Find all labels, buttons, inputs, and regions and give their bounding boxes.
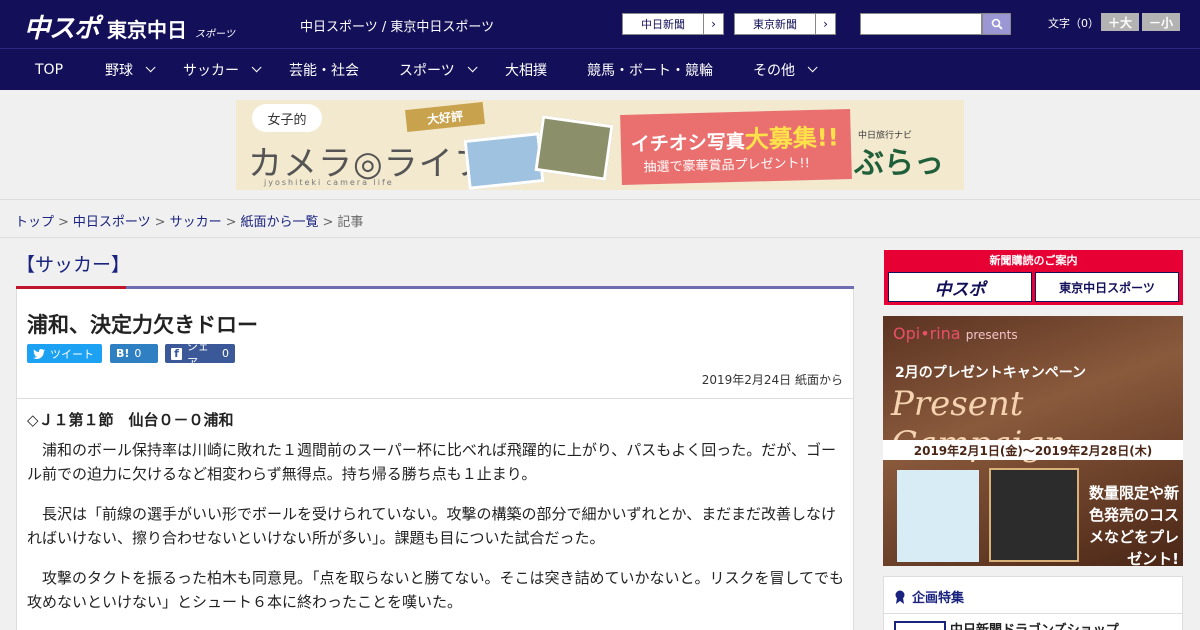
- ribbon-icon: [895, 590, 905, 604]
- feature-title: 企画特集: [894, 587, 964, 606]
- search-input[interactable]: [860, 13, 982, 35]
- tokyo-shimbun-link[interactable]: 東京新聞 ›: [734, 13, 836, 35]
- nav-baseball[interactable]: 野球: [105, 49, 156, 90]
- nav-racing[interactable]: 競馬・ボート・競輪: [587, 49, 713, 90]
- nav-other[interactable]: その他: [753, 49, 818, 90]
- logo-main: 中スポ: [24, 14, 100, 44]
- site-title: 中日スポーツ / 東京中日スポーツ: [300, 20, 495, 35]
- facebook-icon: f: [171, 347, 182, 360]
- subscription-box[interactable]: 新聞購読のご案内 中スポ 東京中日スポーツ: [884, 250, 1183, 305]
- ad-period: 2019年2月1日(金)～2019年2月28日(木): [883, 440, 1183, 460]
- chevron-down-icon: [145, 62, 156, 73]
- search-icon: [991, 18, 1003, 30]
- banner-brand: ぶらっ人: [854, 146, 944, 181]
- breadcrumb-link-soccer[interactable]: サッカー: [170, 215, 222, 230]
- nav-sumo[interactable]: 大相撲: [505, 49, 547, 90]
- banner-bubble: 女子的: [252, 104, 322, 132]
- hatena-icon: B!: [116, 347, 130, 360]
- breadcrumb-link-chunichi-sports[interactable]: 中日スポーツ: [73, 215, 151, 230]
- logo-small: スポーツ: [195, 29, 235, 40]
- main-nav: TOP 野球 サッカー 芸能・社会 スポーツ 大相撲 競馬・ボート・競輪 その他: [0, 48, 1200, 90]
- nav-sports[interactable]: スポーツ: [399, 49, 478, 90]
- banner-callout: イチオシ写真大募集!! 抽選で豪華賞品プレゼント!!: [620, 109, 852, 185]
- banner-subtitle: jyoshiteki camera life: [264, 178, 394, 187]
- font-decrease-button[interactable]: －小: [1142, 13, 1180, 31]
- article-paragraph: 攻撃のタクトを振るった柏木も同意見。「点を取らないと勝てない。そこは突き詰めてい…: [27, 569, 845, 611]
- breadcrumb-current: 記事: [337, 215, 364, 230]
- breadcrumb: トップ > 中日スポーツ > サッカー > 紙面から一覧 > 記事: [0, 200, 1200, 238]
- ad-product-image: [897, 470, 979, 562]
- article-paragraph: 浦和のボール保持率は川崎に敗れた１週間前のスーパー杯に比べれば飛躍的に上がり、パ…: [27, 441, 836, 483]
- chevron-right-icon: ›: [703, 14, 723, 34]
- twitter-icon: [33, 348, 45, 359]
- font-increase-button[interactable]: ＋大: [1101, 13, 1139, 31]
- logo-sub: 東京中日: [107, 18, 188, 42]
- ad-campaign: 2月のプレゼントキャンペーン: [895, 365, 1087, 381]
- article-subhead: ◇Ｊ１第１節 仙台０－０浦和: [27, 411, 234, 429]
- feature-box: 企画特集 中日新聞ドラゴンズショップ: [883, 576, 1183, 630]
- article-body: 浦和、決定力欠きドロー ツイート B! 0 f シェア 0 2019年2月24日…: [16, 289, 854, 630]
- present-campaign-ad[interactable]: Opi•rina presents 2月のプレゼントキャンペーン Present…: [883, 316, 1183, 566]
- breadcrumb-link-top[interactable]: トップ: [15, 215, 54, 230]
- article-headline: 浦和、決定力欠きドロー: [27, 313, 258, 337]
- facebook-share-button[interactable]: f シェア 0: [165, 340, 235, 369]
- article-divider: [17, 398, 853, 399]
- nav-top[interactable]: TOP: [35, 49, 63, 90]
- hatena-bookmark-button[interactable]: B! 0: [110, 344, 158, 363]
- facebook-count: 0: [222, 347, 229, 360]
- feature-thumbnail[interactable]: [894, 621, 946, 630]
- top-header: 中スポ 東京中日 スポーツ 中日スポーツ / 東京中日スポーツ 中日新聞 › 東…: [0, 0, 1200, 48]
- hatena-count: 0: [134, 347, 142, 360]
- ad-product-image: [989, 468, 1079, 562]
- banner-photo: [534, 115, 614, 181]
- subscription-chunichi-sports[interactable]: 中スポ: [888, 272, 1032, 302]
- chevron-down-icon: [467, 62, 478, 73]
- ad-brand: Opi•rina presents: [893, 324, 1018, 343]
- site-logo[interactable]: 中スポ 東京中日 スポーツ: [24, 8, 235, 44]
- banner-ribbon: 大好評: [405, 101, 485, 133]
- tweet-button[interactable]: ツイート: [27, 344, 102, 363]
- banner-photo: [463, 132, 545, 190]
- camera-life-banner[interactable]: 女子的 カメラ◎ライフ jyoshiteki camera life 大好評 イ…: [236, 100, 964, 190]
- search-button[interactable]: [982, 13, 1011, 35]
- chevron-down-icon: [807, 62, 818, 73]
- nav-entertainment[interactable]: 芸能・社会: [289, 49, 359, 90]
- nav-soccer[interactable]: サッカー: [183, 49, 262, 90]
- breadcrumb-link-list[interactable]: 紙面から一覧: [241, 215, 319, 230]
- article-date: 2019年2月24日 紙面から: [701, 373, 843, 387]
- ad-zone: 女子的 カメラ◎ライフ jyoshiteki camera life 大好評 イ…: [0, 90, 1200, 200]
- subscription-label: 新聞購読のご案内: [989, 254, 1078, 267]
- subscription-tokyo-chunichi-sports[interactable]: 東京中日スポーツ: [1035, 272, 1179, 302]
- article-paragraph: 長沢は「前線の選手がいい形でボールを受けられていない。攻撃の構築の部分で細かいず…: [27, 505, 836, 547]
- chevron-down-icon: [251, 62, 262, 73]
- chunichi-shimbun-link[interactable]: 中日新聞 ›: [622, 13, 724, 35]
- font-size-label: 文字（0）: [1048, 17, 1099, 30]
- ad-promo: 数量限定や新色発売のコスメなどをプレゼント!: [1088, 484, 1179, 566]
- feature-item-link[interactable]: 中日新聞ドラゴンズショップ: [950, 619, 1119, 630]
- chevron-right-icon: ›: [815, 14, 835, 34]
- category-title: 【サッカー】: [16, 254, 131, 276]
